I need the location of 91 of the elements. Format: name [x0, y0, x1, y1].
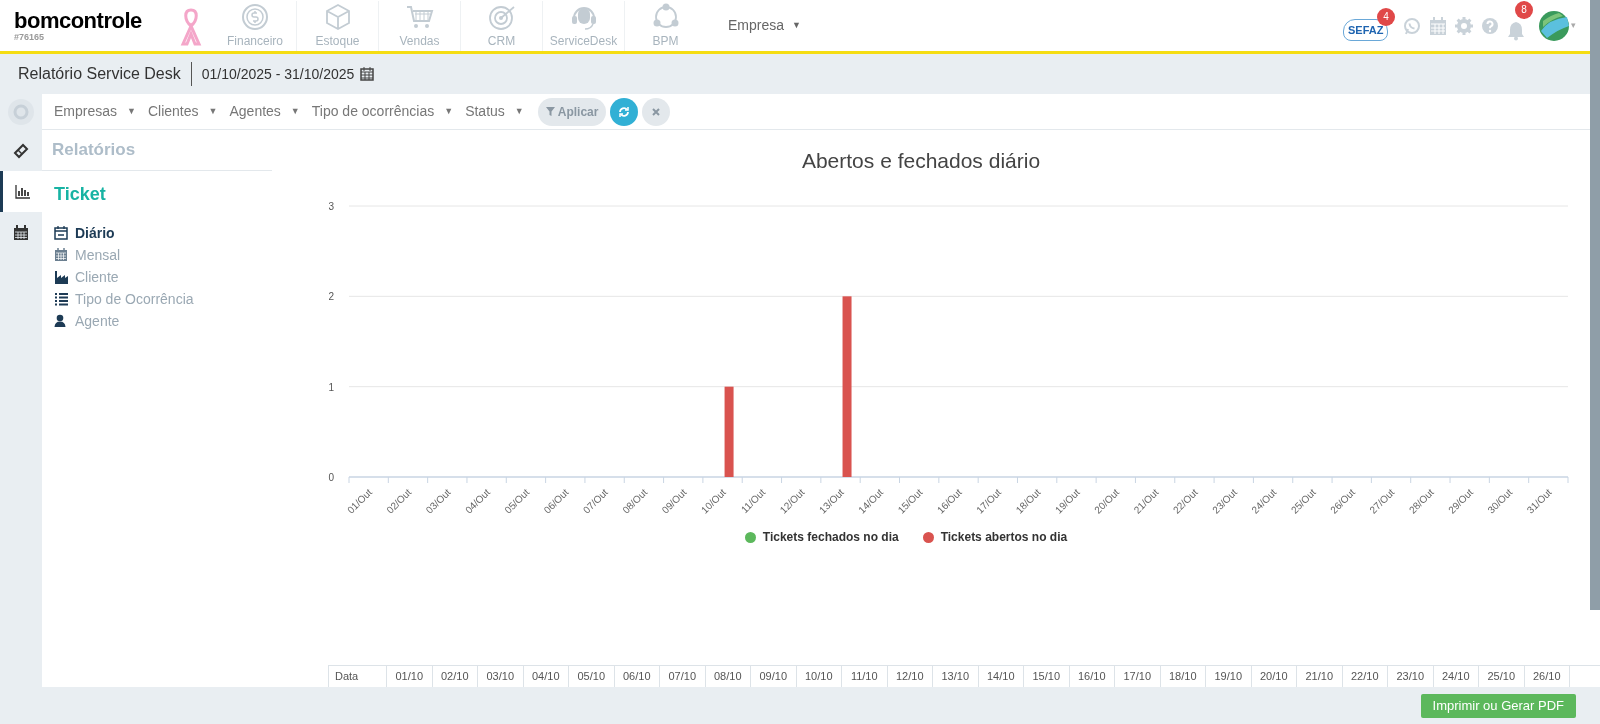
column-header: 22/10: [1342, 666, 1388, 687]
bar-chart-icon: [14, 183, 31, 200]
column-header: 07/10: [660, 666, 706, 687]
column-header: 17/10: [1115, 666, 1161, 687]
calendar-icon: [13, 224, 29, 241]
report-link[interactable]: Cliente: [54, 267, 272, 287]
calendar-icon[interactable]: [360, 67, 375, 81]
column-header: Data: [329, 666, 387, 687]
column-header: 01/10: [387, 666, 433, 687]
account-number: #76165: [14, 31, 46, 42]
column-header: 20/10: [1251, 666, 1297, 687]
axis-label: 1: [328, 381, 334, 393]
scrollbar[interactable]: [1590, 0, 1600, 610]
avatar[interactable]: [1539, 10, 1569, 41]
report-link[interactable]: Mensal: [54, 245, 272, 265]
filter-dropdown[interactable]: Tipo de ocorrências ▼: [305, 101, 460, 122]
caret-icon: ▼: [208, 104, 218, 119]
notification-badge: 8: [1515, 0, 1533, 19]
column-header: 10/10: [796, 666, 842, 687]
column-header: 24/10: [1433, 666, 1479, 687]
coin-icon: [240, 1, 270, 32]
column-header: 14/10: [978, 666, 1024, 687]
apply-button[interactable]: Aplicar: [537, 97, 607, 126]
column-header: 05/10: [569, 666, 615, 687]
ticket-icon: [13, 142, 29, 159]
column-header: 04/10: [523, 666, 569, 687]
chat-icon[interactable]: [1403, 16, 1421, 35]
logo-icon: [8, 99, 34, 125]
column-header: 21/10: [1297, 666, 1343, 687]
column-header: 16/10: [1069, 666, 1115, 687]
sidebar-heading: Relatórios: [52, 139, 136, 162]
filter-dropdown[interactable]: Empresas ▼: [48, 101, 142, 122]
column-header: 09/10: [751, 666, 797, 687]
sidebar-tab[interactable]: [0, 171, 42, 212]
report-link[interactable]: Diário: [54, 223, 272, 243]
factory-icon: [54, 270, 68, 284]
caret-icon: ▼: [444, 104, 454, 119]
refresh-icon: [618, 105, 631, 118]
clear-button[interactable]: [642, 97, 671, 126]
caret-icon: ▼: [290, 104, 300, 119]
module-link[interactable]: CRM: [460, 0, 542, 51]
logo-text: bomcontrole: [14, 9, 143, 32]
count-badge: 4: [1377, 7, 1395, 26]
module-link[interactable]: Estoque: [296, 0, 378, 51]
filter-dropdown[interactable]: Status ▼: [459, 101, 530, 122]
column-header: 13/10: [933, 666, 979, 687]
column-header: 12/10: [887, 666, 933, 687]
date-range[interactable]: 01/10/2025 - 31/10/2025: [201, 63, 355, 85]
column-header: 26/10: [1524, 666, 1570, 687]
list-icon: [54, 292, 68, 306]
column-header: 06/10: [614, 666, 660, 687]
legend-label: Tickets abertos no dia: [940, 529, 1068, 546]
caret-icon: ▼: [127, 104, 136, 119]
module-link[interactable]: ServiceDesk: [542, 0, 624, 51]
bell-icon[interactable]: [1507, 20, 1525, 41]
calendar-icon: [54, 248, 68, 262]
section-title: Ticket: [54, 182, 106, 206]
filter-icon: [545, 107, 555, 116]
axis-label: 2: [328, 291, 334, 303]
module-link[interactable]: Financeiro: [214, 0, 296, 51]
company-menu[interactable]: Empresa ▼: [728, 15, 801, 36]
caret-icon: ▼: [792, 18, 801, 33]
caret-icon: ▼: [514, 104, 524, 119]
refresh-button[interactable]: [610, 97, 639, 126]
column-header: 25/10: [1479, 666, 1525, 687]
print-button[interactable]: Imprimir ou Gerar PDF: [1420, 693, 1576, 718]
calendar-icon: [54, 226, 68, 240]
column-header: 15/10: [1024, 666, 1070, 687]
chart-title: Abertos e fechados diário: [801, 148, 1041, 175]
caret-icon[interactable]: ▾: [1571, 18, 1576, 33]
filter-dropdown[interactable]: Clientes ▼: [141, 101, 224, 122]
column-header: 11/10: [842, 666, 888, 687]
report-link[interactable]: Tipo de Ocorrência: [54, 289, 272, 309]
module-link[interactable]: Vendas: [378, 0, 460, 51]
axis-label: 3: [328, 201, 334, 212]
column-header: 23/10: [1388, 666, 1434, 687]
legend-label: Tickets fechados no dia: [762, 529, 899, 546]
page-title: Relatório Service Desk: [18, 62, 192, 86]
column-header: 08/10: [705, 666, 751, 687]
user-icon: [54, 314, 68, 328]
help-icon[interactable]: [1481, 16, 1499, 35]
column-header: 03/10: [478, 666, 524, 687]
column-header: 02/10: [432, 666, 478, 687]
module-link[interactable]: BPM: [624, 0, 706, 51]
axis-label: 0: [328, 472, 334, 483]
settings-icon[interactable]: [1455, 16, 1473, 35]
column-header: 19/10: [1206, 666, 1252, 687]
close-icon: [652, 107, 661, 116]
column-header: 18/10: [1160, 666, 1206, 687]
filter-dropdown[interactable]: Agentes ▼: [223, 101, 306, 122]
report-link[interactable]: Agente: [54, 311, 272, 331]
